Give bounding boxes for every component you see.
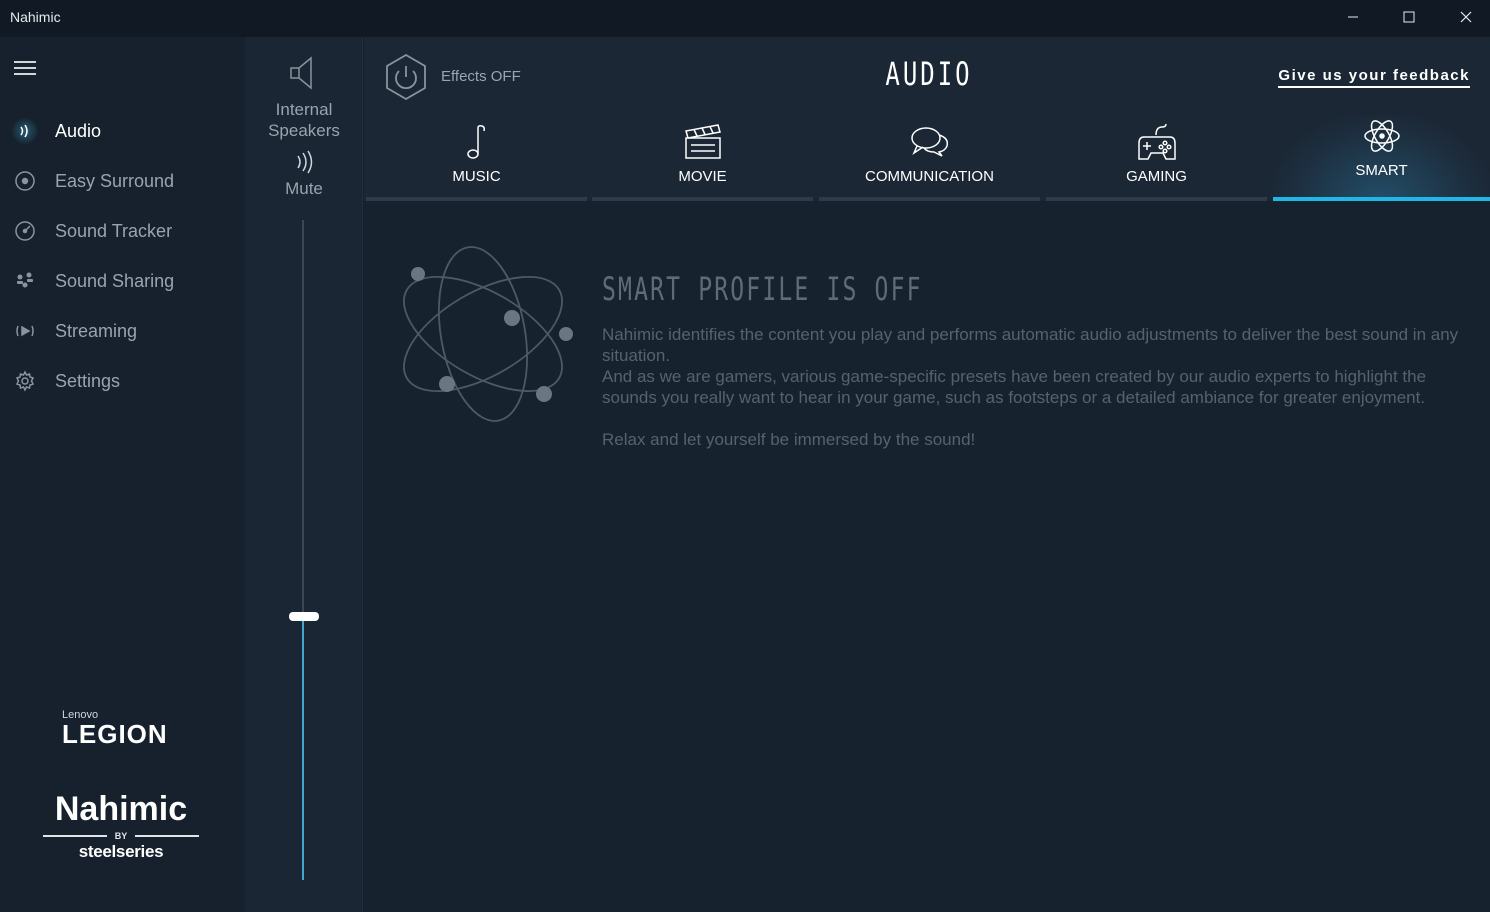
sidebar: Audio Easy Surround Sound Tracker Sound … [0,37,245,912]
close-button[interactable] [1438,0,1490,33]
legion-text: LEGION [62,719,168,749]
tab-movie[interactable]: MOVIE [592,115,813,201]
speaker-icon[interactable] [287,53,321,93]
lenovo-legion-logo: Lenovo LEGION [62,709,192,754]
tab-music[interactable]: MUSIC [366,115,587,201]
main-panel: Effects OFF AUDIO Give us your feedback … [364,37,1490,912]
tab-smart[interactable]: SMART [1273,115,1490,201]
audio-waves-icon [12,118,38,144]
tab-label: GAMING [1126,168,1187,185]
minimize-icon [1348,16,1358,17]
output-device-label[interactable]: Internal Speakers [245,99,363,141]
feedback-link[interactable]: Give us your feedback [1278,67,1470,88]
nahimic-logo: Nahimic BY steelseries [38,789,204,879]
volume-slider-fill [302,616,304,880]
sidebar-item-easy-surround[interactable]: Easy Surround [0,161,245,201]
chat-bubbles-icon [819,121,1040,163]
smart-description-line: Nahimic identifies the content you play … [602,325,1459,365]
sidebar-item-sound-tracker[interactable]: Sound Tracker [0,211,245,251]
title-bar: Nahimic [0,0,1490,37]
sidebar-item-label: Sound Sharing [55,270,175,291]
volume-panel: Internal Speakers Mute [245,37,363,912]
smart-description-line: And as we are gamers, various game-speci… [602,367,1427,407]
audio-header: Effects OFF AUDIO Give us your feedback … [364,37,1490,201]
volume-slider-thumb[interactable] [289,611,319,621]
gear-icon [12,368,38,394]
by-text: BY [114,831,128,841]
tab-gaming[interactable]: GAMING [1046,115,1267,201]
music-note-icon [366,121,587,163]
maximize-button[interactable] [1381,0,1437,33]
sidebar-item-label: Sound Tracker [55,220,173,241]
sidebar-item-label: Streaming [55,320,138,341]
app-title: Nahimic [10,9,61,25]
tab-indicator [819,197,1040,201]
tab-communication[interactable]: COMMUNICATION [819,115,1040,201]
smart-profile-description: Nahimic identifies the content you play … [602,324,1462,450]
tab-indicator [1273,197,1490,201]
sidebar-item-label: Settings [55,370,121,391]
radar-icon [12,218,38,244]
tab-label: MOVIE [678,168,727,185]
maximize-icon [1403,11,1415,22]
tab-indicator [592,197,813,201]
nahimic-text: Nahimic [54,790,188,828]
clapperboard-icon [592,121,813,163]
sidebar-item-label: Audio [55,120,102,141]
steelseries-text: steelseries [78,842,164,861]
smart-profile-title: SMART PROFILE IS OFF [602,270,923,308]
tab-label: COMMUNICATION [865,168,994,185]
mute-label[interactable]: Mute [245,179,363,199]
atom-illustration-icon [403,246,573,422]
close-icon [1460,11,1472,22]
mute-icon[interactable] [293,149,315,175]
surround-icon [12,168,38,194]
atom-icon [1273,115,1490,157]
sidebar-item-audio[interactable]: Audio [0,111,245,151]
minimize-button[interactable] [1325,0,1381,33]
tab-indicator [1046,197,1267,201]
sidebar-item-label: Easy Surround [55,170,175,191]
gamepad-icon [1046,121,1267,163]
tab-indicator [366,197,587,201]
smart-description-line: Relax and let yourself be immersed by th… [602,430,976,449]
tab-label: SMART [1355,162,1408,179]
page-title: AUDIO [885,55,973,93]
power-icon[interactable] [384,53,428,101]
streaming-icon [12,318,38,344]
hamburger-icon[interactable] [14,61,38,79]
sidebar-item-sound-sharing[interactable]: Sound Sharing [0,261,245,301]
sharing-icon [12,268,38,294]
tab-label: MUSIC [452,168,501,185]
sidebar-item-settings[interactable]: Settings [0,361,245,401]
sidebar-item-streaming[interactable]: Streaming [0,311,245,351]
